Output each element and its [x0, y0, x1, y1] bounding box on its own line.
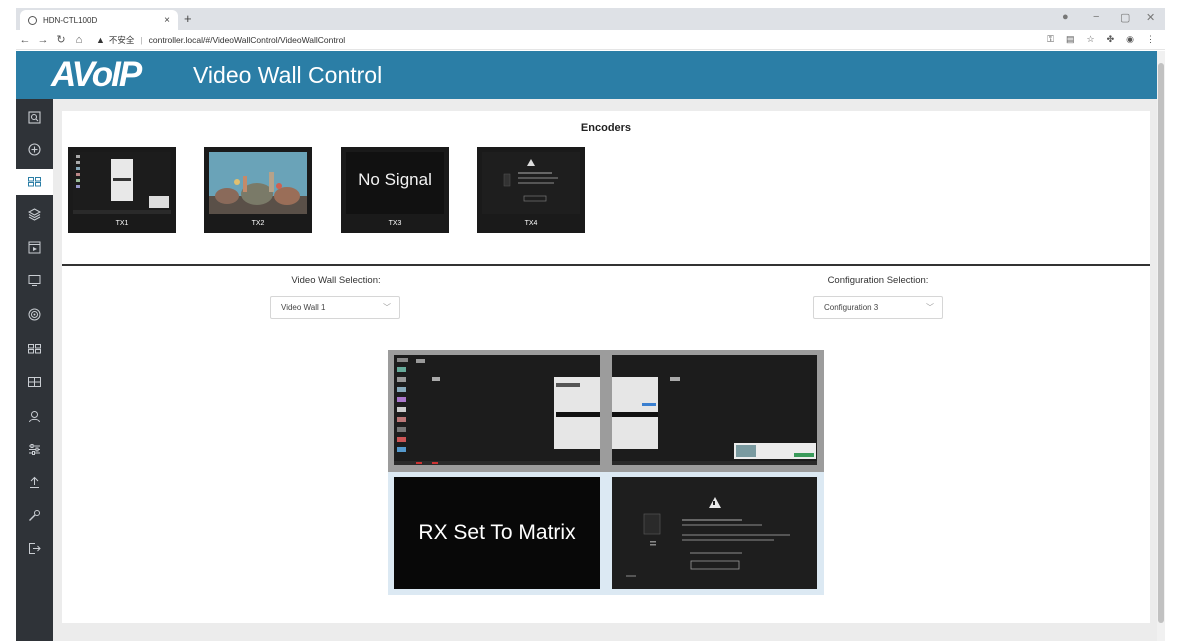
browser-extensions: ⚿ ▤ ☆ ✤ ◉ ⋮	[1047, 34, 1155, 45]
monitor-icon	[28, 274, 41, 286]
translate-icon[interactable]: ▤	[1066, 34, 1075, 45]
encoder-card-tx2[interactable]: TX2	[204, 147, 312, 233]
globe-icon	[28, 15, 37, 25]
warning-screen-preview	[612, 477, 817, 589]
user-icon	[29, 410, 40, 422]
layers-icon	[28, 207, 41, 221]
menu-icon[interactable]: ⋮	[1146, 34, 1155, 45]
video-wall-select-value: Video Wall 1	[281, 303, 326, 312]
app-header: AVoIP Video Wall Control	[16, 51, 1157, 99]
new-tab-button[interactable]: +	[184, 11, 192, 26]
encoder-label: TX3	[388, 220, 402, 227]
warning-icon: ▲	[96, 34, 105, 45]
encoders-heading: Encoders	[580, 122, 632, 134]
encoder-preview	[482, 152, 580, 214]
sidebar-item-logout[interactable]	[16, 535, 53, 561]
browser-tab[interactable]: HDN-CTL100D ×	[20, 10, 178, 30]
sidebar-item-users[interactable]	[16, 403, 53, 429]
sidebar-item-grid[interactable]	[16, 336, 53, 362]
desktop-left-preview	[394, 355, 600, 465]
encoder-preview: No Signal	[346, 152, 444, 214]
puzzle-icon[interactable]: ✤	[1107, 34, 1115, 45]
home-icon[interactable]: ⌂	[70, 34, 88, 46]
upgrade-icon	[30, 476, 39, 488]
tab-title: HDN-CTL100D	[43, 15, 98, 25]
wall-screen-1[interactable]	[394, 355, 600, 465]
page-scrollbar[interactable]	[1157, 51, 1165, 641]
warning-preview	[482, 152, 580, 214]
profile-icon[interactable]: ●	[1062, 11, 1069, 23]
sidebar-item-media[interactable]	[16, 234, 53, 260]
encoder-preview	[73, 152, 171, 214]
sidebar-item-layers[interactable]	[16, 201, 53, 227]
key-icon[interactable]: ⚿	[1047, 34, 1054, 45]
video-wall-select[interactable]: Video Wall 1 ﹀	[270, 296, 400, 319]
encoder-card-tx3[interactable]: No Signal TX3	[341, 147, 449, 233]
star-icon[interactable]: ☆	[1087, 34, 1095, 45]
target-icon	[28, 308, 41, 320]
security-label: 不安全	[108, 34, 135, 45]
encoder-preview	[209, 152, 307, 214]
encoder-label: TX4	[524, 220, 538, 227]
grid-icon	[28, 344, 41, 354]
sidebar-item-target[interactable]	[16, 301, 53, 327]
encoder-label: TX2	[251, 220, 265, 227]
aquarium-preview	[209, 152, 307, 214]
video-wall-selection-label: Video Wall Selection:	[291, 275, 381, 286]
scroll-thumb[interactable]	[1158, 63, 1164, 623]
sidebar-item-table[interactable]	[16, 369, 53, 395]
account-icon[interactable]: ◉	[1126, 34, 1134, 45]
avoip-logo: AVoIP	[51, 55, 142, 94]
forward-icon[interactable]: →	[34, 34, 52, 46]
rx-set-to-matrix-text: RX Set To Matrix	[418, 521, 576, 544]
sidebar-item-upgrade[interactable]	[16, 469, 53, 495]
sidebar-item-settings[interactable]	[16, 436, 53, 462]
search-icon	[28, 110, 41, 124]
video-wall-icon	[28, 177, 41, 187]
chevron-down-icon: ﹀	[383, 303, 391, 312]
no-signal-text: No Signal	[358, 170, 432, 189]
logout-icon	[29, 542, 41, 554]
section-divider	[62, 264, 1150, 266]
reload-icon[interactable]: ↻	[52, 33, 70, 46]
encoder-card-tx1[interactable]: TX1	[68, 147, 176, 233]
wall-screen-2[interactable]	[612, 355, 817, 465]
encoder-label: TX1	[115, 220, 129, 227]
chevron-down-icon: ﹀	[926, 303, 934, 312]
back-icon[interactable]: ←	[16, 34, 34, 46]
minimize-button[interactable]: −	[1093, 11, 1099, 23]
sidebar-item-monitor[interactable]	[16, 267, 53, 293]
video-wall-grid: RX Set To Matrix	[388, 350, 824, 595]
url-text: controller.local/#/VideoWallControl/Vide…	[148, 34, 346, 45]
sidebar-item-tools[interactable]	[16, 502, 53, 528]
tab-close-button[interactable]: ×	[164, 15, 170, 26]
configuration-selection-label: Configuration Selection:	[827, 275, 929, 286]
url-field[interactable]: ▲ 不安全 | controller.local/#/VideoWallCont…	[96, 34, 345, 46]
sidebar	[16, 99, 53, 641]
desktop-right-preview	[612, 355, 817, 465]
sliders-icon	[29, 443, 40, 455]
plus-circle-icon	[28, 142, 41, 156]
configuration-select[interactable]: Configuration 3 ﹀	[813, 296, 943, 319]
desktop-preview	[73, 152, 171, 214]
media-icon	[28, 241, 41, 253]
page-title: Video Wall Control	[193, 62, 383, 88]
browser-tabstrip: HDN-CTL100D × + ● − ▢ ✕	[16, 8, 1165, 30]
content-panel: Encoders TX1 TX2 No Signal TX3 TX4 Video…	[62, 111, 1150, 623]
wall-screen-3[interactable]: RX Set To Matrix	[394, 477, 600, 589]
sidebar-item-video-wall[interactable]	[16, 169, 53, 195]
maximize-button[interactable]: ▢	[1120, 11, 1130, 24]
url-separator: |	[140, 34, 143, 45]
table-icon	[28, 377, 41, 387]
wrench-icon	[29, 509, 40, 521]
sidebar-item-add[interactable]	[16, 136, 53, 162]
configuration-select-value: Configuration 3	[824, 303, 879, 312]
address-bar: ← → ↻ ⌂ ▲ 不安全 | controller.local/#/Video…	[16, 30, 1165, 50]
sidebar-item-search[interactable]	[16, 104, 53, 130]
close-window-button[interactable]: ✕	[1146, 11, 1155, 24]
encoder-card-tx4[interactable]: TX4	[477, 147, 585, 233]
wall-screen-4[interactable]	[612, 477, 817, 589]
